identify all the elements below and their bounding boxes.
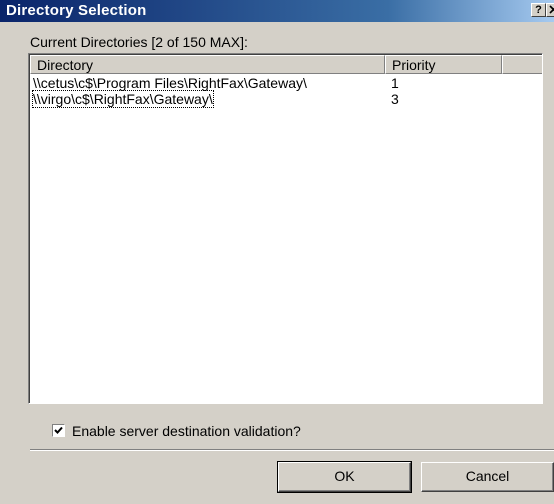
title-bar[interactable]: Directory Selection ? <box>0 0 554 22</box>
priority-cell: 1 <box>391 75 399 91</box>
list-header: Directory Priority <box>30 55 542 74</box>
cancel-button[interactable]: Cancel <box>421 462 554 492</box>
directory-cell: \\virgo\c$\RightFax\Gateway\ <box>32 90 214 108</box>
column-header-filler <box>502 55 542 74</box>
separator <box>30 449 554 451</box>
validation-checkbox-label[interactable]: Enable server destination validation? <box>72 423 301 439</box>
close-button[interactable] <box>546 3 554 17</box>
directory-list[interactable]: Directory Priority \\cetus\c$\Program Fi… <box>28 53 543 404</box>
ok-button[interactable]: OK <box>277 461 412 493</box>
priority-cell: 3 <box>391 91 399 107</box>
directory-cell: \\cetus\c$\Program Files\RightFax\Gatewa… <box>33 75 307 91</box>
window-title: Directory Selection <box>6 2 147 19</box>
column-header-directory[interactable]: Directory <box>30 55 385 74</box>
close-icon <box>549 5 554 14</box>
checkmark-icon <box>54 426 63 434</box>
column-header-priority[interactable]: Priority <box>385 55 502 74</box>
current-directories-label: Current Directories [2 of 150 MAX]: <box>30 34 248 50</box>
validation-checkbox[interactable] <box>52 424 65 437</box>
help-button[interactable]: ? <box>531 3 546 17</box>
